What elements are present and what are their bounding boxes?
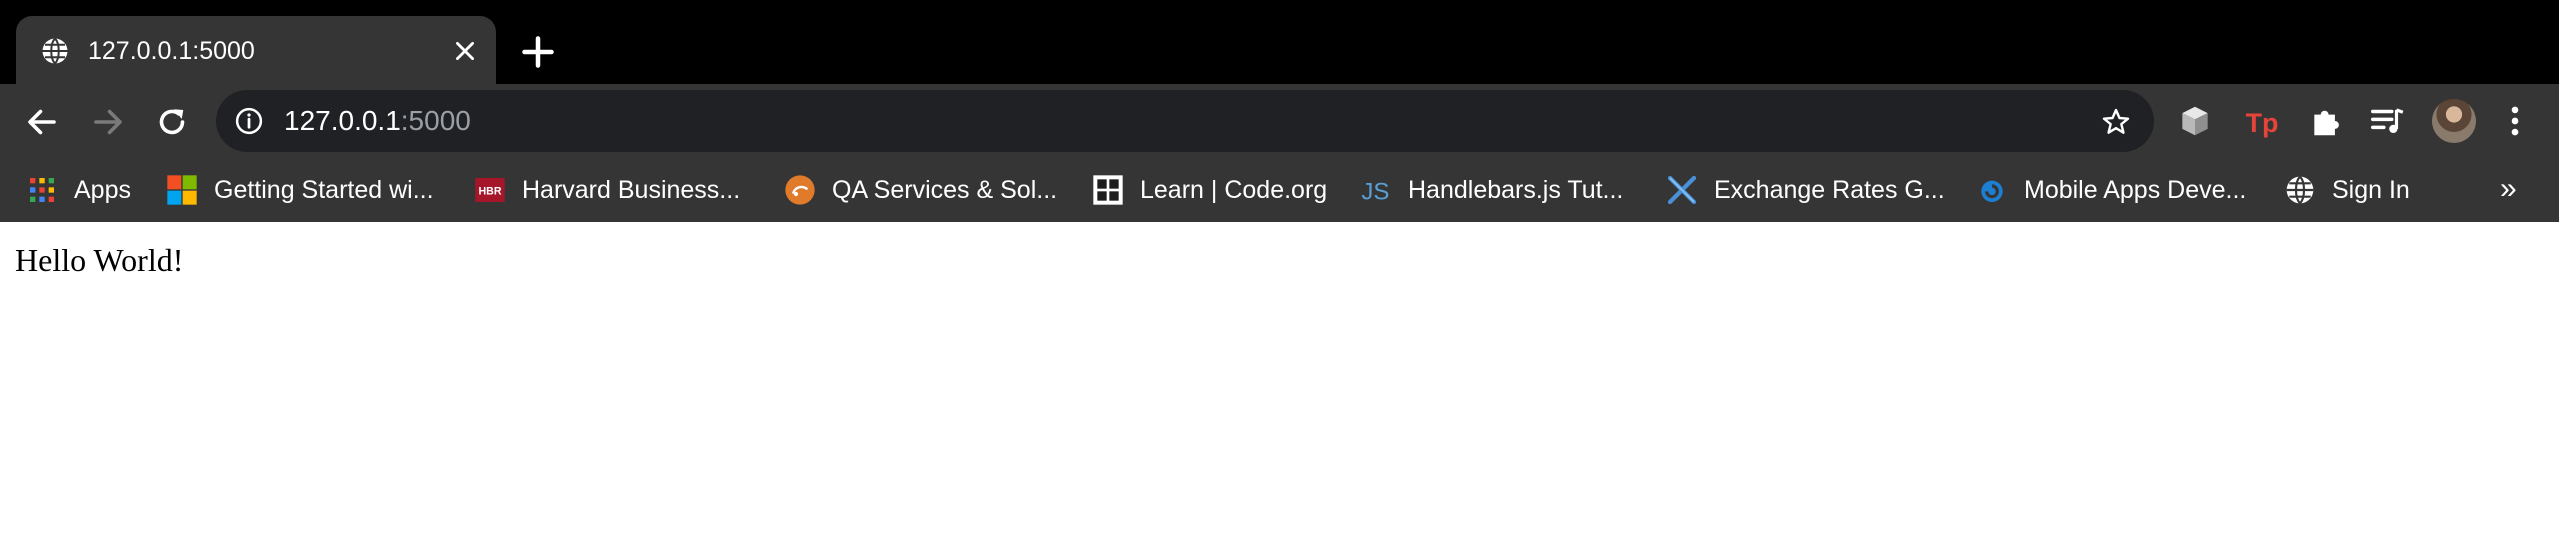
new-tab-icon[interactable] (520, 34, 556, 70)
bookmark-getting-started[interactable]: Getting Started wi... (166, 158, 434, 222)
bookmark-mobile-apps[interactable]: Mobile Apps Deve... (1976, 158, 2246, 222)
address-bar[interactable]: 127.0.0.1:5000 (216, 90, 2154, 152)
browser-chrome: 127.0.0.1:5000 127.0.0.1:5000 Tp Apps Ge… (0, 0, 2559, 222)
media-queue-icon[interactable] (2368, 102, 2406, 140)
profile-avatar[interactable] (2432, 99, 2476, 143)
cube-extension-icon[interactable] (2176, 102, 2214, 140)
url-host: 127.0.0.1 (284, 105, 401, 136)
bookmark-label: Mobile Apps Deve... (2024, 176, 2247, 204)
apps-grid-icon (30, 178, 54, 202)
reload-icon[interactable] (154, 104, 190, 140)
bookmark-label: Sign In (2332, 176, 2410, 204)
bookmark-label: Learn | Code.org (1140, 176, 1328, 204)
mobile-apps-icon (1981, 180, 2003, 202)
svg-text:JS: JS (1361, 178, 1389, 205)
tp-extension-icon[interactable]: Tp (2244, 102, 2282, 140)
bookmark-harvard-business[interactable]: HBR Harvard Business... (474, 158, 740, 222)
bookmark-qa-services[interactable]: QA Services & Sol... (784, 158, 1057, 222)
url-text[interactable]: 127.0.0.1:5000 (284, 105, 471, 137)
qa-services-icon (785, 175, 815, 205)
bookmark-apps[interactable]: Apps (26, 158, 131, 222)
puzzle-extensions-icon[interactable] (2308, 102, 2346, 140)
code-org-icon (1093, 175, 1123, 205)
bookmark-code-org[interactable]: Learn | Code.org (1092, 158, 1327, 222)
exchange-rates-icon (1667, 175, 1697, 205)
bookmarks-overflow-button[interactable]: » (2500, 172, 2517, 206)
bookmark-label: Apps (74, 176, 131, 204)
js-icon: JS (1361, 178, 1389, 205)
microsoft-icon (167, 175, 197, 205)
bookmark-exchange-rates[interactable]: Exchange Rates G... (1666, 158, 1945, 222)
back-arrow-icon[interactable] (24, 104, 60, 140)
bookmark-label: Handlebars.js Tut... (1408, 176, 1624, 204)
bookmark-label: Exchange Rates G... (1714, 176, 1945, 204)
forward-arrow-icon[interactable] (90, 104, 126, 140)
tab-strip: 127.0.0.1:5000 (0, 0, 2559, 84)
svg-text:HBR: HBR (478, 186, 501, 198)
toolbar: 127.0.0.1:5000 Tp (0, 84, 2559, 158)
active-tab[interactable]: 127.0.0.1:5000 (16, 16, 496, 84)
bookmark-label: Harvard Business... (522, 176, 741, 204)
hbr-icon: HBR (475, 178, 505, 202)
bookmark-label: QA Services & Sol... (832, 176, 1058, 204)
bookmark-handlebars[interactable]: JS Handlebars.js Tut... (1360, 158, 1623, 222)
more-menu-icon[interactable] (2496, 102, 2534, 140)
url-port: :5000 (400, 105, 471, 136)
close-tab-icon[interactable] (452, 38, 478, 64)
globe-icon (2286, 175, 2314, 205)
bookmark-sign-in[interactable]: Sign In (2284, 158, 2410, 222)
bookmark-star-icon[interactable] (2100, 106, 2132, 138)
svg-text:Tp: Tp (2246, 108, 2279, 138)
bookmark-label: Getting Started wi... (214, 176, 434, 204)
page-text: Hello World! (15, 242, 184, 278)
globe-icon (42, 37, 68, 65)
bookmarks-bar: Apps Getting Started wi... HBR Harvard B… (0, 158, 2559, 222)
site-info-icon[interactable] (234, 106, 264, 136)
tab-title: 127.0.0.1:5000 (88, 37, 255, 65)
